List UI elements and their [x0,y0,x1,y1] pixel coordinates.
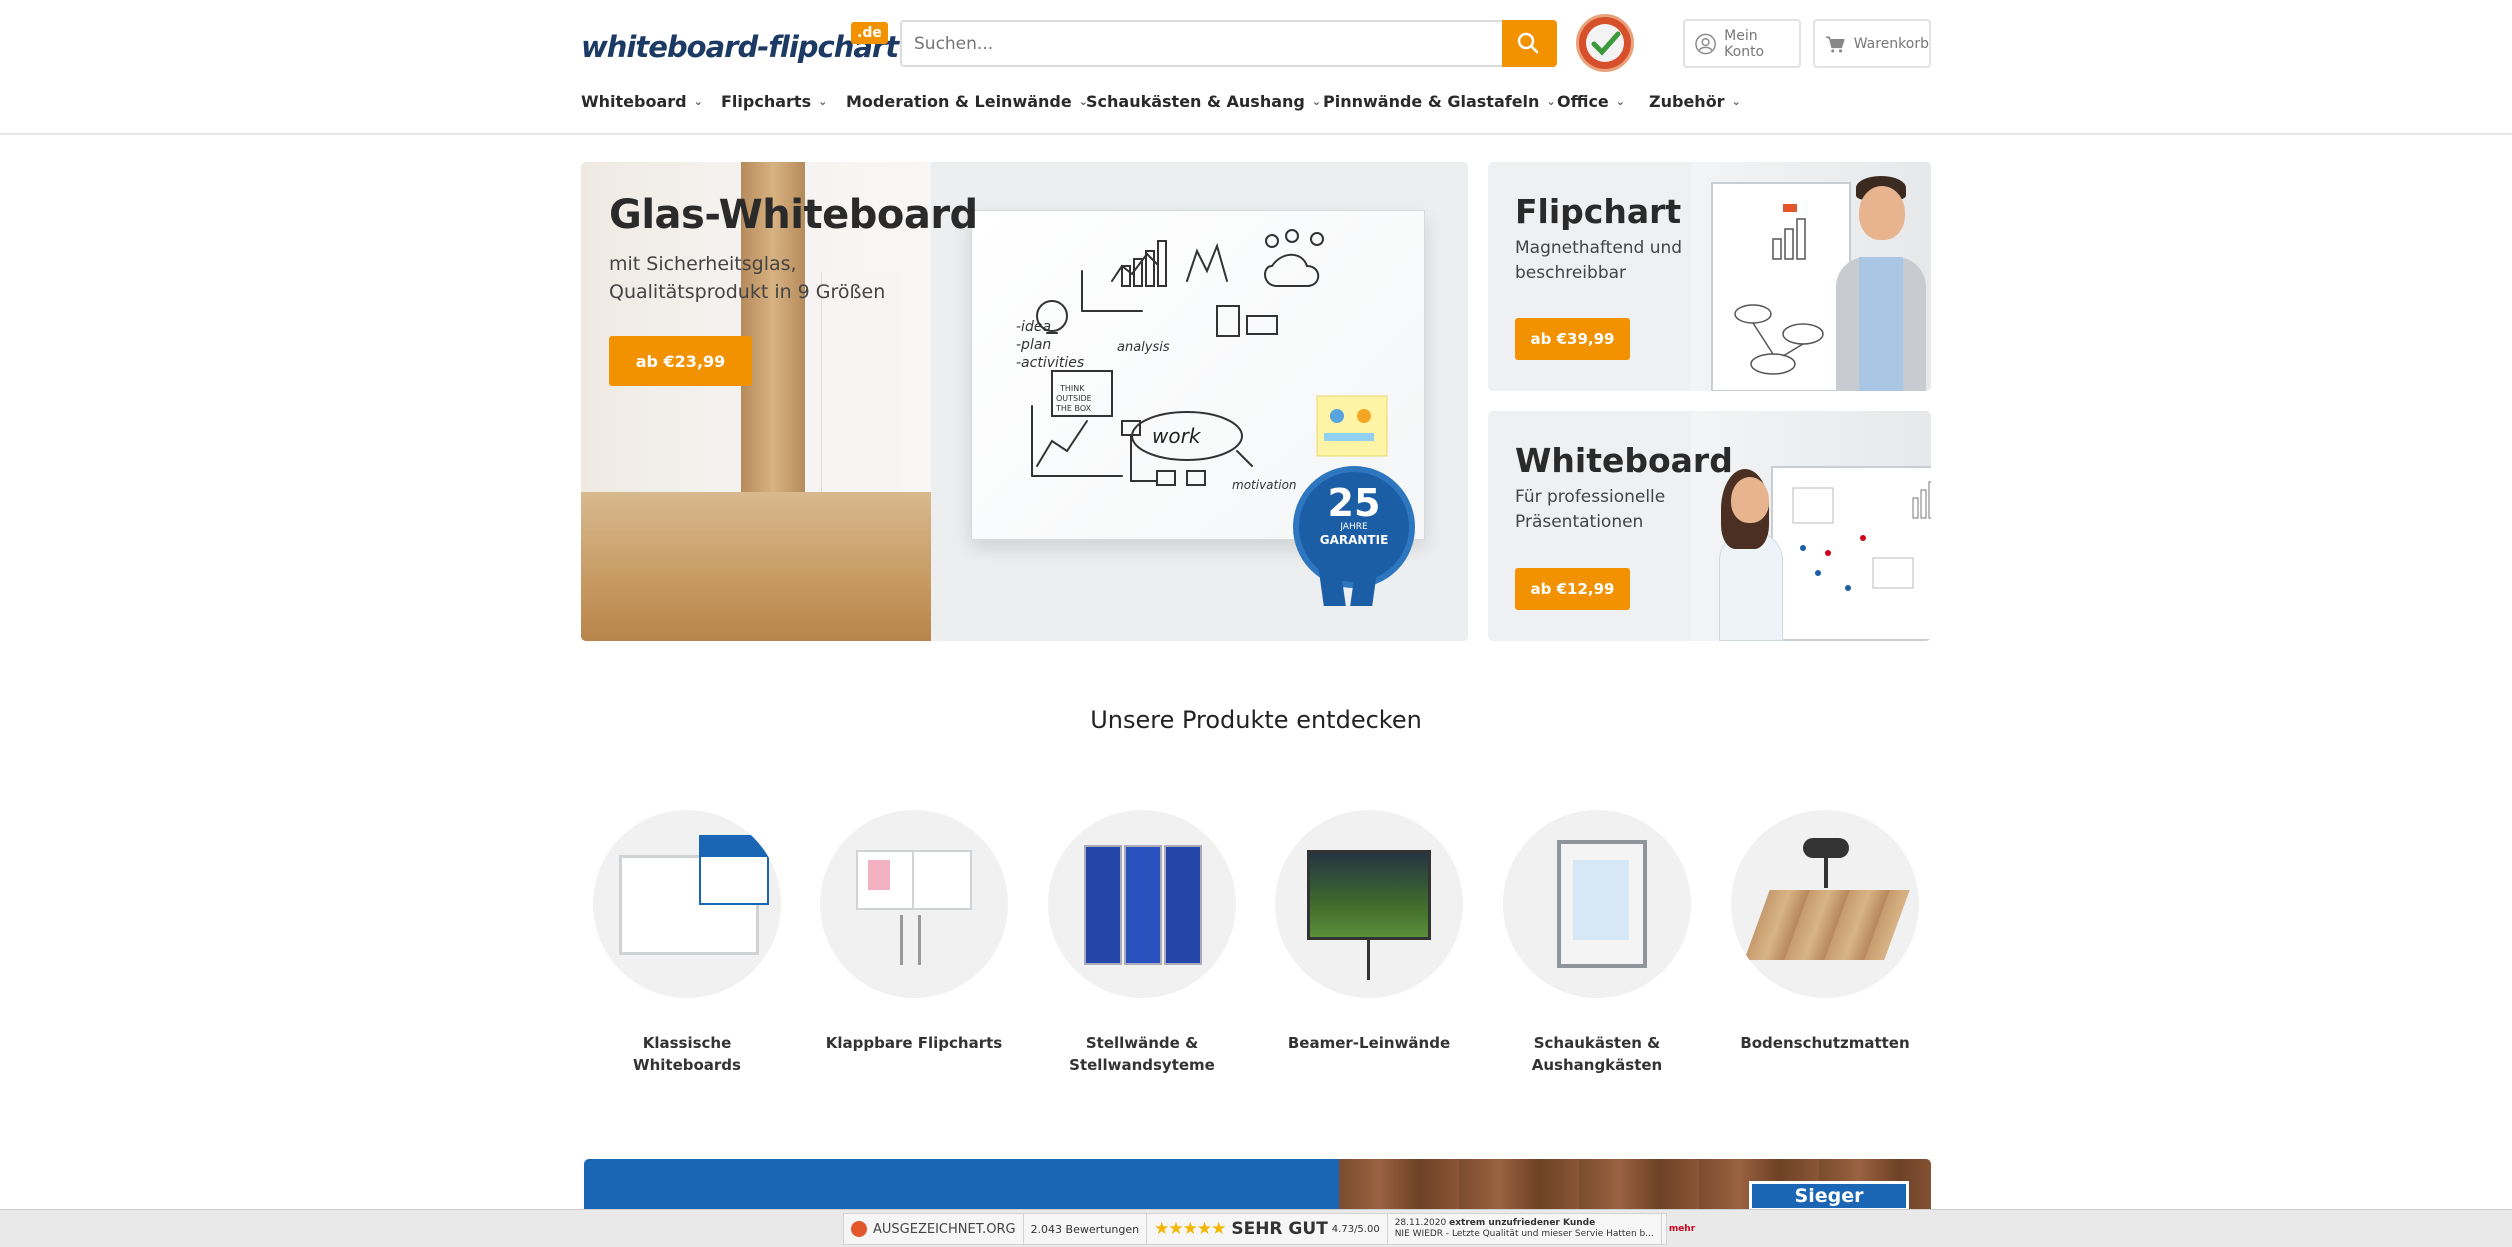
account-button[interactable]: Mein Konto [1683,19,1801,68]
product-category-item[interactable]: Beamer-Leinwände [1269,810,1469,1054]
flipchart-card-title: Flipchart [1515,192,1682,231]
nav-item-label: Whiteboard [581,92,687,111]
winner-badge: Sieger [1749,1181,1909,1211]
product-category-item[interactable]: Stellwände & Stellwandsyteme [1042,810,1242,1076]
hero-cta-button[interactable]: ab €23,99 [609,336,752,386]
nav-item-moderation[interactable]: Moderation & Leinwände ⌄ [846,92,1088,111]
bottom-banner[interactable] [584,1159,1931,1209]
nav-item-flipcharts[interactable]: Flipcharts ⌄ [721,92,846,111]
classic-whiteboard-image [593,810,781,998]
nav-item-label: Schaukästen & Aushang [1086,92,1305,111]
svg-text:THINK: THINK [1059,384,1085,393]
nav-item-label: Flipcharts [721,92,812,111]
cart-icon [1825,35,1845,52]
chevron-down-icon: ⌄ [1546,95,1556,108]
chevron-down-icon: ⌄ [1731,95,1741,108]
logo-tld: .de [851,22,888,44]
flipchart-card-subtitle: Magnethaftend und beschreibbar [1515,238,1683,283]
product-category-item[interactable]: Klassische Whiteboards [587,810,787,1076]
foldable-flipchart-image [820,810,1008,998]
projector-screen-image [1275,810,1463,998]
chevron-down-icon: ⌄ [1311,95,1322,108]
site-header: whiteboard-flipchart .de Suchen... Mein … [0,0,2512,135]
trusted-shop-seal-icon[interactable] [1576,14,1634,72]
chevron-down-icon: ⌄ [693,95,703,108]
product-category-label: Klassische Whiteboards [633,1034,741,1074]
nav-item-schaukaesten[interactable]: Schaukästen & Aushang ⌄ [1086,92,1323,111]
warranty-badge-line1: JAHRE [1340,522,1368,532]
cart-button[interactable]: Warenkorb [1813,19,1931,68]
nav-item-pinnwaende[interactable]: Pinnwände & Glastafeln ⌄ [1323,92,1557,111]
star-rating-icon: ★★★★★ [1154,1219,1226,1239]
hero-product-image: -idea -plan -activities work motivation … [931,162,1468,641]
rating-brand-icon [851,1221,867,1237]
flipchart-cta-button[interactable]: ab €39,99 [1515,318,1630,360]
page: whiteboard-flipchart .de Suchen... Mein … [0,0,2512,1247]
hero-banner-glass-whiteboard[interactable]: -idea -plan -activities work motivation … [581,162,1468,641]
rating-brand-label: AUSGEZEICHNET.ORG [873,1221,1016,1237]
rating-summary: ★★★★★ SEHR GUT 4.73/5.00 [1147,1214,1388,1244]
hero-title: Glas-Whiteboard [609,192,978,238]
svg-text:-plan: -plan [1016,337,1051,353]
nav-item-whiteboard[interactable]: Whiteboard ⌄ [581,92,721,111]
products-section-title: Unsere Produkte entdecken [1090,706,1422,734]
search-button[interactable] [1502,20,1557,67]
nav-item-label: Moderation & Leinwände [846,92,1072,111]
search-input[interactable] [902,22,1502,65]
promo-card-flipchart[interactable]: Flipchart Magnethaftend und beschreibbar… [1488,162,1931,391]
whiteboard-card-subtitle: Für professionelle Präsentationen [1515,487,1666,532]
site-logo[interactable]: whiteboard-flipchart .de [581,22,899,66]
product-category-label: Stellwände & Stellwandsyteme [1069,1034,1215,1074]
search-icon [1517,32,1539,54]
product-category-label: Schaukästen & Aushangkästen [1531,1034,1663,1074]
review-date: 28.11.2020 [1394,1218,1447,1228]
nav-item-zubehoer[interactable]: Zubehör ⌄ [1649,92,1759,111]
svg-text:THE BOX: THE BOX [1055,404,1092,413]
warranty-badge: 25 JAHRE GARANTIE [1293,466,1415,588]
flipchart-photo [1691,162,1931,391]
cart-label: Warenkorb [1853,35,1929,52]
svg-text:OUTSIDE: OUTSIDE [1056,394,1092,403]
product-category-item[interactable]: Klappbare Flipcharts [814,810,1014,1054]
main-nav: Whiteboard ⌄ Flipcharts ⌄ Moderation & L… [581,92,1759,111]
rating-brand: AUSGEZEICHNET.ORG [844,1214,1024,1244]
rating-score: 4.73/5.00 [1331,1223,1380,1235]
warranty-badge-number: 25 [1327,481,1381,525]
review-title: extrem unzufriedener Kunde [1449,1218,1596,1228]
rating-count: 2.043 Bewertungen [1024,1214,1148,1244]
user-icon [1695,33,1716,54]
account-label: Mein Konto [1724,27,1765,60]
product-category-label: Beamer-Leinwände [1287,1034,1451,1052]
svg-text:-activities: -activities [1016,355,1084,371]
rating-bar: AUSGEZEICHNET.ORG 2.043 Bewertungen ★★★★… [0,1209,2512,1247]
partition-wall-image [1048,810,1236,998]
nav-item-office[interactable]: Office ⌄ [1557,92,1649,111]
whiteboard-card-title: Whiteboard [1515,441,1733,480]
product-category-label: Bodenschutzmatten [1740,1034,1910,1052]
whiteboard-cta-button[interactable]: ab €12,99 [1515,568,1630,610]
svg-text:-idea: -idea [1016,319,1051,335]
svg-text:analysis: analysis [1117,340,1170,355]
svg-text:work: work [1152,424,1202,448]
nav-item-label: Office [1557,92,1609,111]
warranty-badge-line2: GARANTIE [1319,533,1389,547]
chevron-down-icon: ⌄ [1615,95,1625,108]
review-more-link[interactable]: mehr [1662,1214,1702,1244]
svg-text:motivation: motivation [1232,478,1297,492]
search-box [900,20,1557,67]
review-text: NIE WIEDR - Letzte Qualität und mieser S… [1394,1229,1654,1239]
hero-subtitle: mit Sicherheitsglas, Qualitätsprodukt in… [609,253,886,303]
nav-item-label: Pinnwände & Glastafeln [1323,92,1540,111]
latest-review: 28.11.2020 extrem unzufriedener Kunde NI… [1388,1214,1662,1244]
nav-item-label: Zubehör [1649,92,1725,111]
rating-widget[interactable]: AUSGEZEICHNET.ORG 2.043 Bewertungen ★★★★… [843,1213,1695,1245]
product-category-item[interactable]: Schaukästen & Aushangkästen [1497,810,1697,1076]
chevron-down-icon: ⌄ [818,95,828,108]
display-case-image [1503,810,1691,998]
rating-grade: SEHR GUT [1231,1219,1328,1239]
product-category-label: Klappbare Flipcharts [825,1034,1003,1052]
promo-card-whiteboard[interactable]: Whiteboard Für professionelle Präsentati… [1488,411,1931,641]
product-category-item[interactable]: Bodenschutzmatten [1725,810,1925,1054]
floor-mat-image [1731,810,1919,998]
